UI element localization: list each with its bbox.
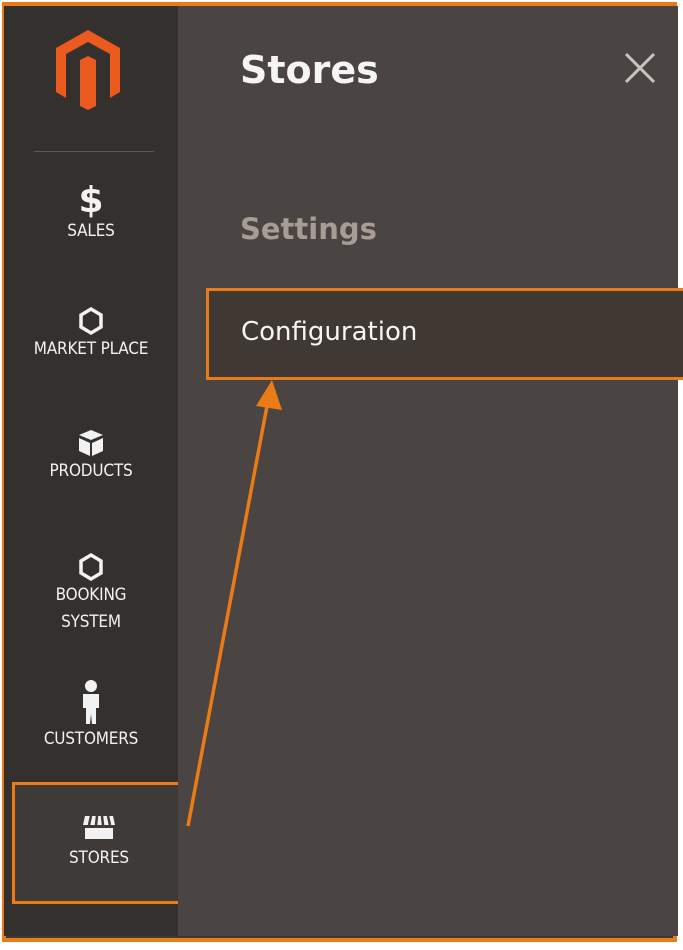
magento-logo-icon[interactable] [54, 28, 122, 110]
person-icon [83, 680, 99, 724]
nav-item-stores[interactable]: STORES [12, 782, 186, 904]
nav-item-sales[interactable]: $ SALES [4, 178, 178, 245]
nav-label-stores: STORES [69, 848, 129, 868]
storefront-icon [83, 815, 115, 839]
nav-label-booking-system: BOOKING SYSTEM [55, 585, 127, 632]
configuration-link[interactable]: Configuration [206, 288, 683, 380]
nav-item-customers[interactable]: CUSTOMERS [4, 678, 178, 753]
nav-item-market-place[interactable]: MARKET PLACE [4, 306, 178, 363]
close-icon[interactable] [620, 48, 660, 88]
hexagon-icon [79, 306, 103, 336]
nav-label-products: PRODUCTS [49, 461, 133, 481]
stores-panel: Stores Settings [178, 6, 678, 936]
box-icon [79, 430, 103, 456]
configuration-label: Configuration [241, 317, 418, 347]
panel-title: Stores [240, 48, 379, 92]
nav-item-products[interactable]: PRODUCTS [4, 428, 178, 485]
nav-label-customers: CUSTOMERS [43, 729, 139, 749]
nav-label-market-place: MARKET PLACE [33, 339, 149, 359]
section-title-settings: Settings [240, 212, 377, 246]
logo-divider [34, 151, 154, 152]
nav-item-booking-system[interactable]: BOOKING SYSTEM [4, 552, 178, 636]
nav-label-sales: SALES [67, 221, 115, 241]
dollar-icon: $ [78, 180, 103, 218]
hexagon-icon [79, 552, 103, 582]
svg-text:$: $ [78, 180, 103, 218]
